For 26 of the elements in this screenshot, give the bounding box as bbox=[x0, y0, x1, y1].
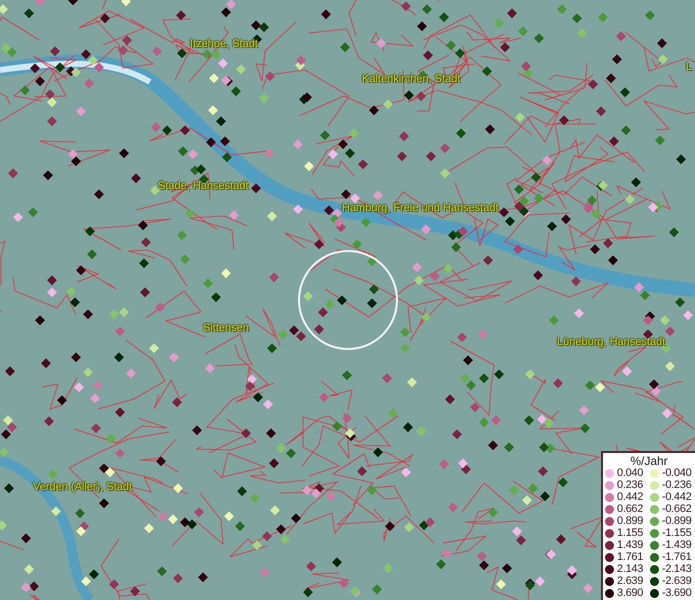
place-label: Lüneburg, Hansestadt bbox=[557, 336, 666, 349]
legend-label: -1.439 bbox=[662, 540, 692, 551]
legend-label: -0.442 bbox=[662, 492, 692, 503]
legend-label: 2.143 bbox=[617, 564, 644, 575]
legend-title: %/Jahr bbox=[629, 454, 669, 468]
legend-label: 0.662 bbox=[617, 504, 644, 515]
legend-label: -1.761 bbox=[662, 552, 692, 563]
legend-label: -2.143 bbox=[662, 564, 692, 575]
legend-label: -0.236 bbox=[662, 480, 692, 491]
legend-label: 1.155 bbox=[617, 528, 644, 539]
legend-label: -1.155 bbox=[662, 528, 692, 539]
legend-label: 1.439 bbox=[617, 540, 644, 551]
legend-label: 0.236 bbox=[617, 480, 644, 491]
legend-label: 0.899 bbox=[617, 516, 644, 527]
legend-label: 1.761 bbox=[617, 552, 644, 563]
legend-label: 2.639 bbox=[617, 576, 644, 587]
legend-label: -0.899 bbox=[662, 516, 692, 527]
place-label: L bbox=[686, 61, 692, 74]
legend-label: -0.662 bbox=[662, 504, 692, 515]
legend-label: 0.040 bbox=[617, 468, 644, 479]
legend-label: -0.040 bbox=[662, 468, 692, 479]
legend-label: 0.442 bbox=[617, 492, 644, 503]
legend-label: -2.639 bbox=[662, 576, 692, 587]
legend-label: 3.690 bbox=[617, 588, 644, 599]
place-label: Sittensen bbox=[203, 322, 249, 335]
legend-label: -3.690 bbox=[662, 588, 692, 599]
